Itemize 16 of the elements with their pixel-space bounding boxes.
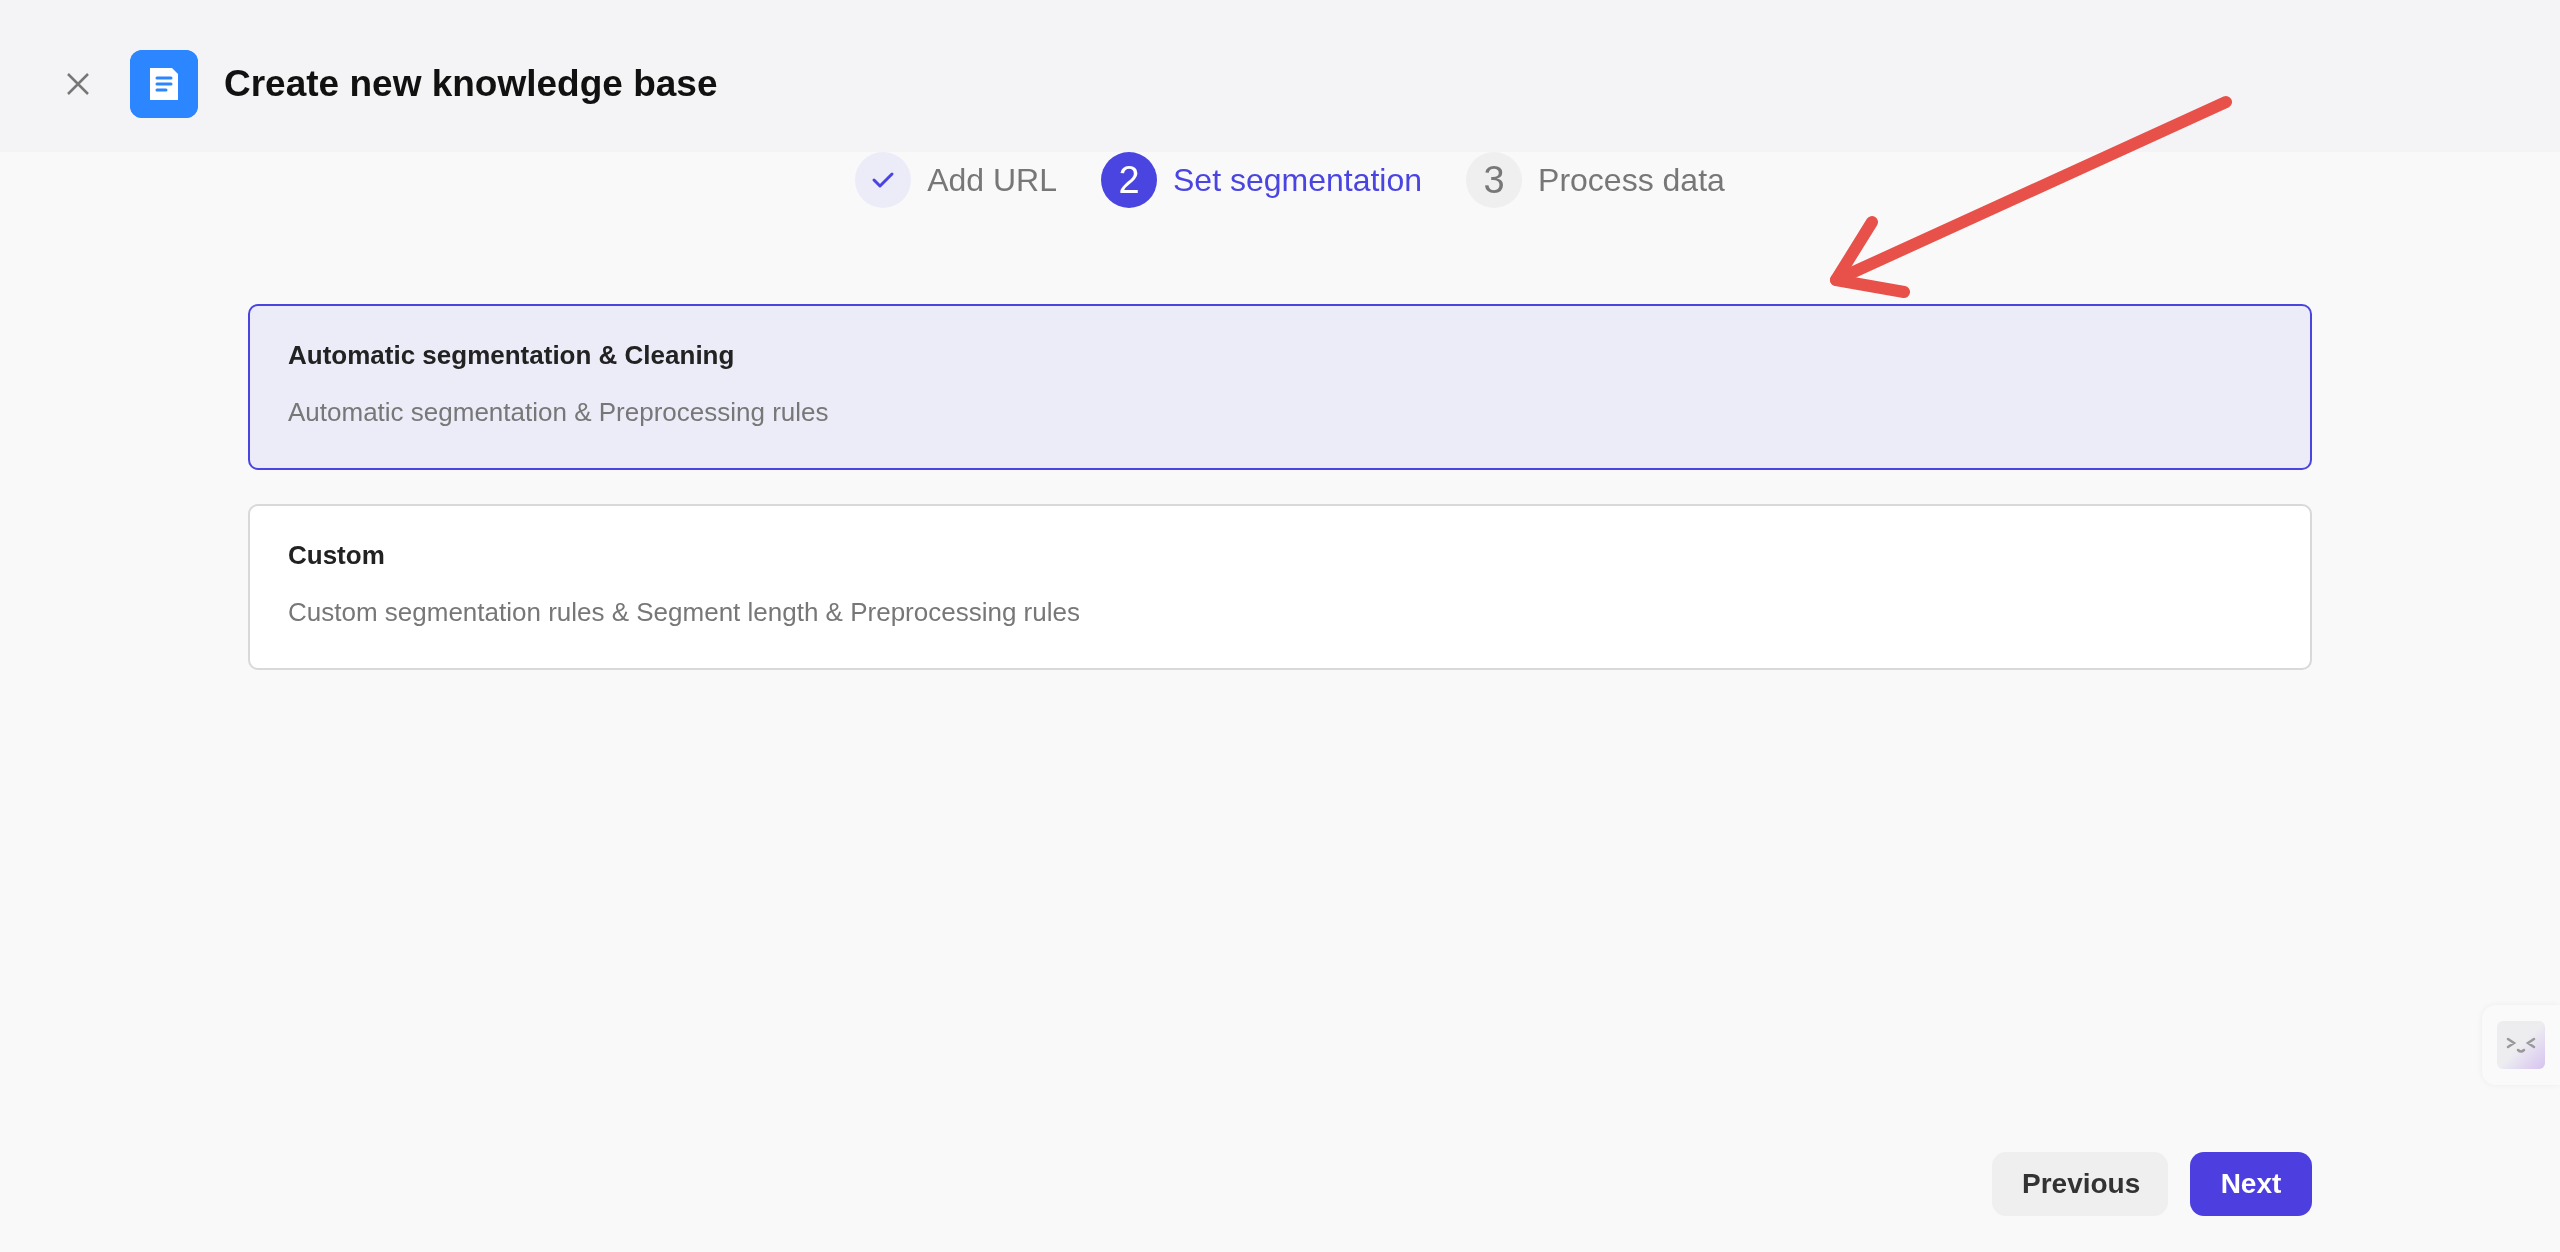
option-title: Automatic segmentation & Cleaning <box>288 340 736 371</box>
step-label: Set segmentation <box>1173 161 1423 199</box>
document-icon <box>130 50 198 118</box>
step-number: 2 <box>1101 152 1157 208</box>
step-number: 3 <box>1466 152 1523 208</box>
option-description: Custom segmentation rules & Segment length & Preprocessing rules <box>288 597 1081 628</box>
step-label: Add URL <box>927 161 1057 199</box>
option-card[interactable]: Automatic segmentation & Cleaning Automatic segmentation & Preprocessing rules <box>248 304 2312 470</box>
next-button[interactable]: Next <box>2190 1152 2312 1216</box>
step-label: Process data <box>1538 161 1725 199</box>
face-icon <box>2497 1021 2545 1069</box>
previous-button[interactable]: Previous <box>1992 1152 2168 1216</box>
option-description: Automatic segmentation & Preprocessing rules <box>288 397 830 428</box>
option-card[interactable]: Custom Custom segmentation rules & Segment length & Preprocessing rules <box>248 504 2312 670</box>
option-title: Custom <box>288 540 386 571</box>
page-title: Create new knowledge base <box>224 63 718 105</box>
